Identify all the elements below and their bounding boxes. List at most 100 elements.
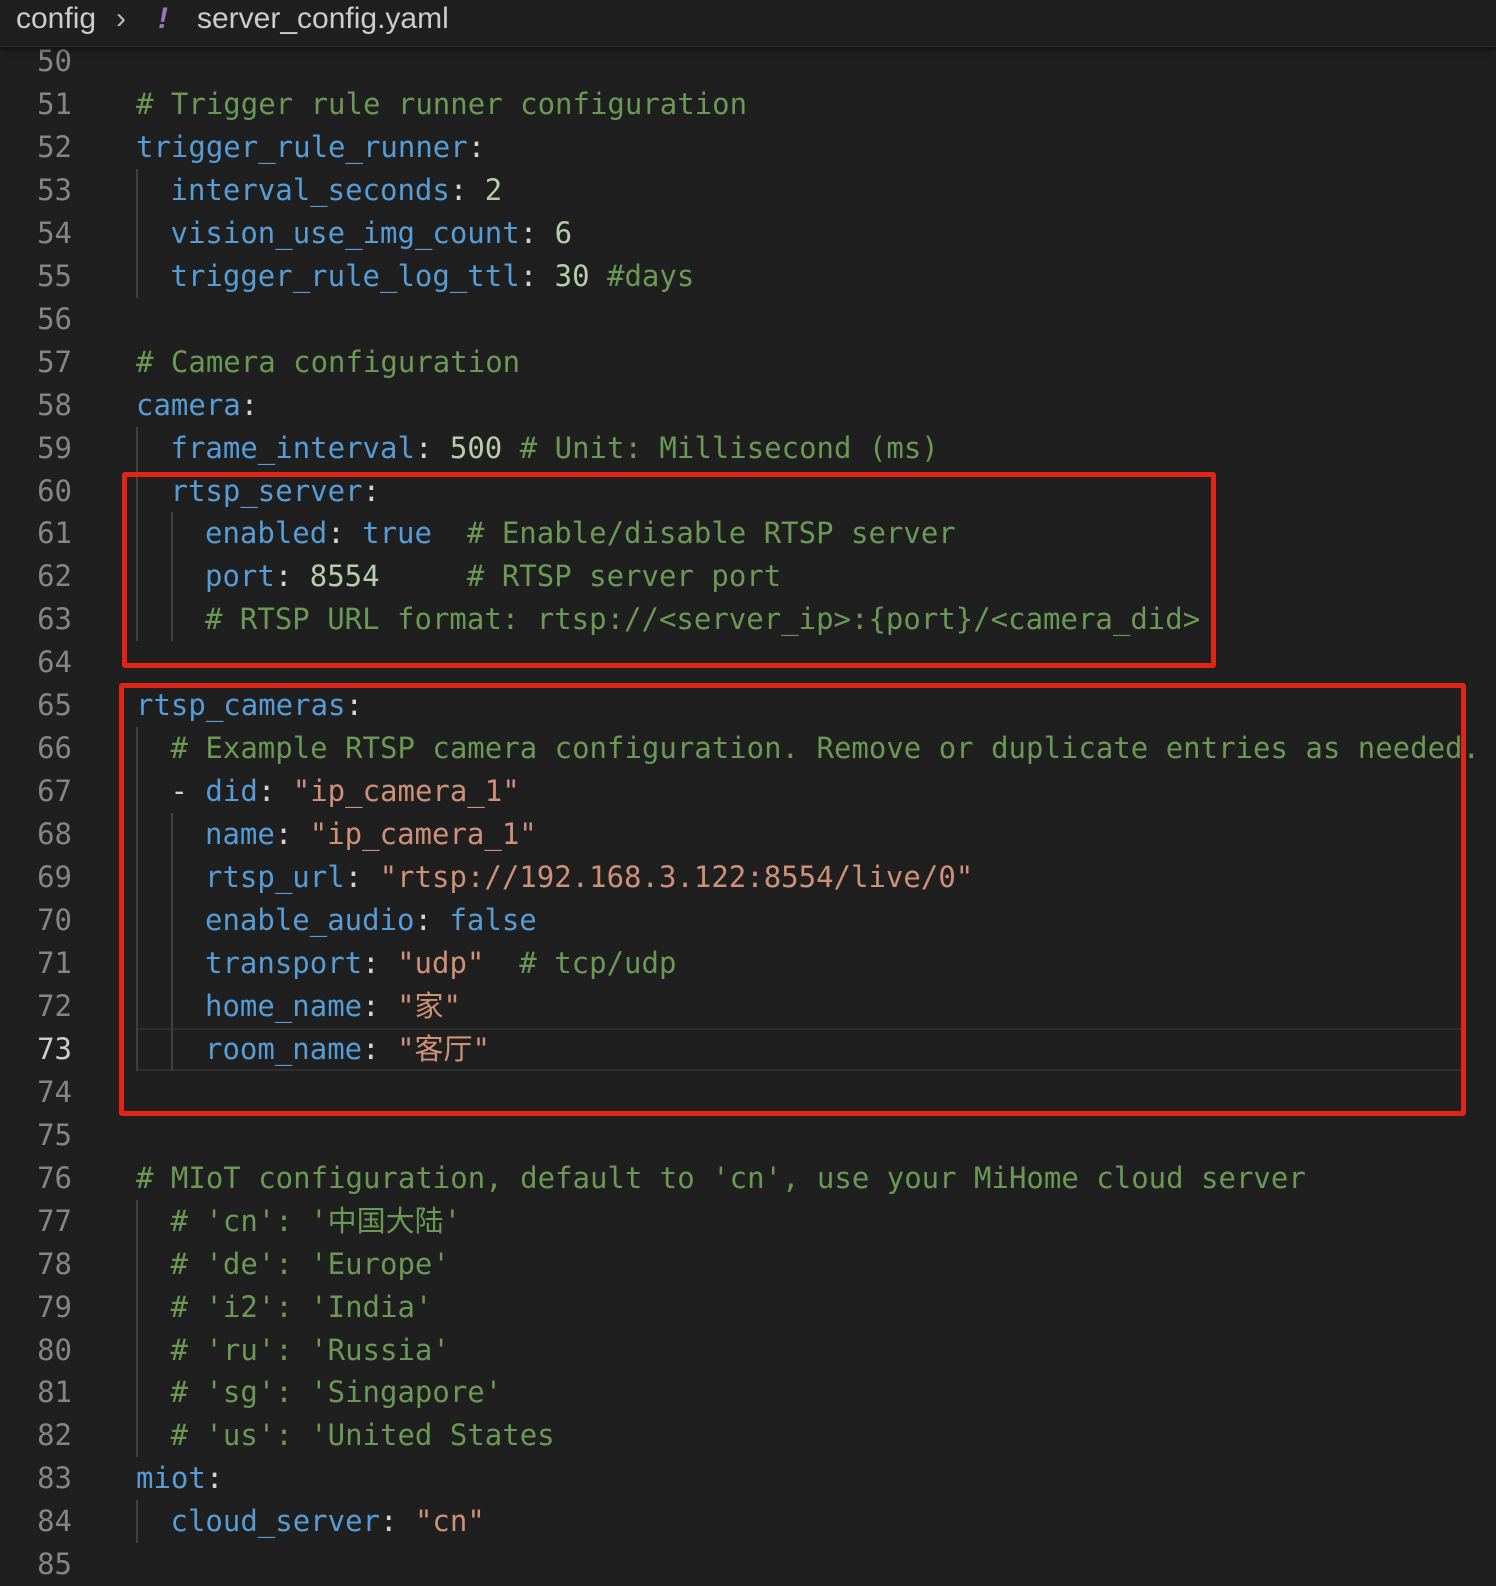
line-number: 81 bbox=[37, 1375, 72, 1410]
code-line[interactable]: 70 enable_audio: false bbox=[0, 899, 1496, 942]
code-line[interactable]: 68 name: "ip_camera_1" bbox=[0, 813, 1496, 857]
code-text: trigger_rule_log_ttl: 30 #days bbox=[171, 255, 695, 298]
code-token: 2 bbox=[484, 172, 503, 207]
code-line[interactable]: 83 miot: bbox=[0, 1457, 1496, 1500]
indent-guide bbox=[170, 598, 173, 642]
code-token: # Trigger rule runner configuration bbox=[136, 86, 748, 121]
code-line[interactable]: 75 bbox=[0, 1114, 1496, 1157]
code-line[interactable]: 71 transport: "udp" # tcp/udp bbox=[0, 941, 1496, 985]
line-number: 83 bbox=[37, 1461, 72, 1496]
code-token: : bbox=[327, 516, 363, 551]
breadcrumb-folder[interactable]: config bbox=[16, 2, 96, 36]
code-line[interactable]: 85 bbox=[0, 1543, 1496, 1586]
code-token: : bbox=[519, 215, 555, 250]
code-line[interactable]: 69 rtsp_url: "rtsp://192.168.3.122:8554/l… bbox=[0, 856, 1496, 900]
code-line[interactable]: 84 cloud_server: "cn" bbox=[0, 1500, 1496, 1544]
line-number: 85 bbox=[37, 1547, 72, 1582]
code-token: : bbox=[362, 988, 398, 1023]
code-line[interactable]: 81 # 'sg': 'Singapore' bbox=[0, 1371, 1496, 1415]
code-token: : bbox=[380, 1504, 415, 1539]
code-token: vision_use_img_count bbox=[170, 215, 520, 250]
code-line[interactable]: 67 - did: "ip_camera_1" bbox=[0, 770, 1496, 814]
code-token: # RTSP URL format: rtsp://<server_ip>:{p… bbox=[205, 602, 1201, 637]
code-line[interactable]: 77 # 'cn': '中国大陆' bbox=[0, 1199, 1496, 1243]
code-line[interactable]: 56 bbox=[0, 298, 1496, 341]
code-text: vision_use_img_count: 6 bbox=[171, 212, 573, 255]
code-line[interactable]: 76 # MIoT configuration, default to 'cn',… bbox=[0, 1157, 1496, 1200]
code-token: 30 bbox=[554, 258, 590, 293]
code-line[interactable]: 78 # 'de': 'Europe' bbox=[0, 1242, 1496, 1286]
line-number: 55 bbox=[37, 258, 72, 293]
code-text: cloud_server: "cn" bbox=[171, 1500, 485, 1543]
code-text: # MIoT configuration, default to 'cn', u… bbox=[136, 1157, 1306, 1200]
code-token: false bbox=[449, 903, 537, 937]
code-token: miot bbox=[136, 1461, 206, 1496]
code-token: : bbox=[257, 774, 293, 809]
code-line[interactable]: 74 bbox=[0, 1071, 1496, 1114]
line-number: 75 bbox=[37, 1117, 72, 1152]
line-number: 77 bbox=[37, 1203, 72, 1238]
line-number: 64 bbox=[37, 645, 72, 680]
indent-guide bbox=[136, 1199, 138, 1243]
code-token: : bbox=[362, 473, 381, 508]
code-line[interactable]: 66 # Example RTSP camera configuration. R… bbox=[0, 727, 1496, 771]
code-line[interactable]: 72 home_name: "家" bbox=[0, 984, 1496, 1028]
code-token: : bbox=[519, 258, 555, 293]
code-line[interactable]: 65 rtsp_cameras: bbox=[0, 684, 1496, 727]
chevron-right-icon: › bbox=[116, 2, 126, 35]
line-number: 51 bbox=[37, 86, 72, 121]
line-number: 61 bbox=[37, 516, 72, 551]
code-line[interactable]: 82 # 'us': 'United States bbox=[0, 1414, 1496, 1458]
code-token: "cn" bbox=[414, 1504, 485, 1539]
code-line[interactable]: 52 trigger_rule_runner: bbox=[0, 126, 1496, 169]
code-text: enable_audio: false bbox=[205, 899, 537, 942]
code-text: # Example RTSP camera configuration. Rem… bbox=[171, 727, 1480, 770]
code-line[interactable]: 80 # 'ru': 'Russia' bbox=[0, 1328, 1496, 1372]
code-line[interactable]: 51 # Trigger rule runner configuration bbox=[0, 83, 1496, 126]
code-line[interactable]: 58 camera: bbox=[0, 384, 1496, 427]
code-line[interactable]: 57 # Camera configuration bbox=[0, 341, 1496, 384]
code-text: trigger_rule_runner: bbox=[136, 126, 485, 169]
code-line[interactable]: 53 interval_seconds: 2 bbox=[0, 168, 1496, 212]
breadcrumb-file[interactable]: server_config.yaml bbox=[197, 2, 449, 36]
line-number: 82 bbox=[37, 1418, 72, 1453]
code-token: enabled bbox=[205, 516, 328, 551]
line-number: 63 bbox=[37, 602, 72, 637]
line-number: 54 bbox=[37, 215, 72, 250]
code-line[interactable]: 61 enabled: true # Enable/disable RTSP se… bbox=[0, 512, 1496, 556]
code-token: #days bbox=[607, 258, 695, 293]
code-line[interactable]: 55 trigger_rule_log_ttl: 30 #days bbox=[0, 254, 1496, 298]
code-token: # tcp/udp bbox=[519, 945, 677, 980]
code-line[interactable]: 60 rtsp_server: bbox=[0, 469, 1496, 513]
line-number: 67 bbox=[37, 774, 72, 809]
code-token: enable_audio bbox=[205, 903, 415, 937]
code-line[interactable]: 54 vision_use_img_count: 6 bbox=[0, 211, 1496, 255]
indent-guide bbox=[136, 168, 138, 212]
code-token: true bbox=[362, 516, 432, 551]
code-token: : bbox=[414, 903, 450, 937]
code-line[interactable]: 73 room_name: "客厅" bbox=[0, 1027, 1496, 1071]
breadcrumb: config › ! server_config.yaml bbox=[0, 0, 1496, 47]
line-number: 66 bbox=[37, 731, 72, 766]
code-line[interactable]: 59 frame_interval: 500 # Unit: Millisecon… bbox=[0, 426, 1496, 470]
code-token: # RTSP server port bbox=[466, 559, 782, 594]
code-token: trigger_rule_log_ttl bbox=[170, 258, 520, 293]
code-text: # 'cn': '中国大陆' bbox=[171, 1200, 462, 1243]
code-token: frame_interval bbox=[170, 430, 415, 465]
indent-guide bbox=[170, 1027, 173, 1071]
line-number: 69 bbox=[37, 860, 72, 895]
indent-guide bbox=[136, 1414, 138, 1458]
code-editor[interactable]: 50 51 # Trigger rule runner configuration 5… bbox=[0, 40, 1496, 1581]
code-text: rtsp_cameras: bbox=[136, 684, 363, 727]
code-token: port bbox=[205, 559, 275, 594]
code-line[interactable]: 64 bbox=[0, 641, 1496, 684]
code-token: # 'us': 'United States bbox=[170, 1418, 555, 1453]
code-line[interactable]: 79 # 'i2': 'India' bbox=[0, 1285, 1496, 1329]
code-line[interactable]: 62 port: 8554 # RTSP server port bbox=[0, 555, 1496, 599]
line-number: 71 bbox=[37, 945, 72, 980]
code-line[interactable]: 63 # RTSP URL format: rtsp://<server_ip>:… bbox=[0, 598, 1496, 642]
code-token: did bbox=[205, 774, 258, 809]
